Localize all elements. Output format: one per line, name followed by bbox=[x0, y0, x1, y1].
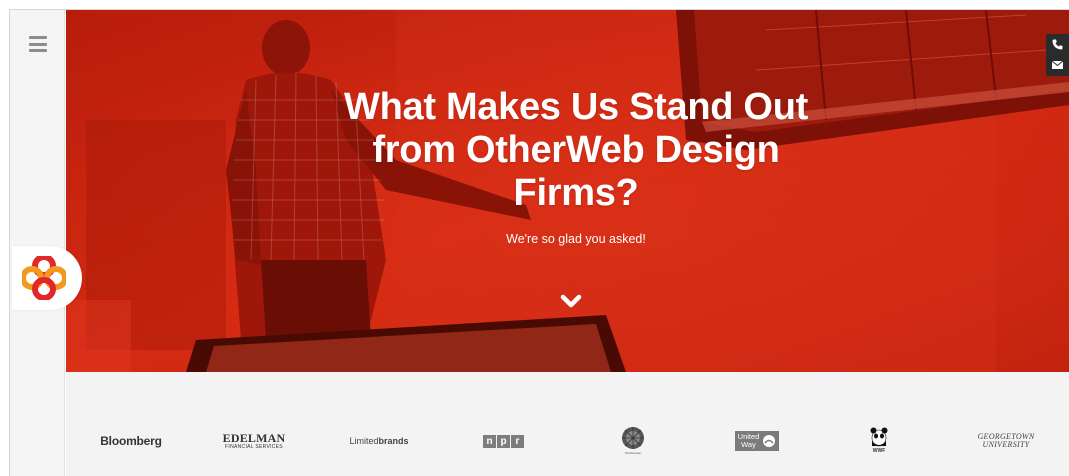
npr-letter-r: r bbox=[511, 434, 524, 448]
edelman-name: EDELMAN bbox=[222, 431, 286, 445]
logo-edelman: EDELMAN FINANCIAL SERVICES bbox=[222, 428, 286, 454]
logo-wwf: WWF bbox=[866, 424, 892, 456]
logo-georgetown: GEORGETOWN UNIVERSITY bbox=[974, 428, 1038, 454]
hero-title-line-2: from OtherWeb Design bbox=[372, 129, 780, 171]
phone-icon[interactable] bbox=[1051, 38, 1064, 51]
wwf-name: WWF bbox=[872, 447, 886, 454]
hero-title-line-1: What Makes Us Stand Out bbox=[344, 86, 808, 128]
unitedway-line-2: Way bbox=[741, 440, 756, 449]
logo-smithsonian: Smithsonian bbox=[618, 424, 648, 456]
brand-logo-icon bbox=[22, 256, 66, 300]
hero-subtitle: We're so glad you asked! bbox=[506, 232, 646, 246]
logo-limited-brands: Limited brands bbox=[349, 428, 409, 454]
npr-letter-p: p bbox=[497, 434, 510, 448]
brand-logo[interactable] bbox=[12, 246, 82, 310]
contact-bar bbox=[1046, 34, 1069, 76]
sidebar bbox=[10, 10, 65, 476]
georgetown-line-2: UNIVERSITY bbox=[982, 440, 1030, 449]
smithsonian-name: Smithsonian bbox=[624, 450, 642, 455]
hero-banner: What Makes Us Stand Out from OtherWeb De… bbox=[66, 10, 1069, 372]
hero-title: What Makes Us Stand Out from OtherWeb De… bbox=[326, 86, 826, 215]
limited-prefix: Limited bbox=[349, 436, 379, 446]
hero-title-line-3: Firms? bbox=[513, 172, 639, 214]
logo-npr: npr bbox=[480, 428, 528, 454]
chevron-down-icon[interactable] bbox=[559, 292, 583, 312]
logo-bloomberg: Bloomberg bbox=[100, 434, 162, 448]
united-way-hand-icon bbox=[763, 435, 776, 447]
smithsonian-sun-icon bbox=[622, 426, 644, 449]
limited-suffix: brands bbox=[378, 436, 409, 446]
hamburger-icon[interactable] bbox=[29, 36, 47, 52]
client-logos: Bloomberg EDELMAN FINANCIAL SERVICES Lim… bbox=[66, 372, 1069, 476]
panda-icon bbox=[870, 427, 888, 446]
logo-united-way: United Way bbox=[732, 428, 782, 454]
edelman-tagline: FINANCIAL SERVICES bbox=[225, 444, 283, 450]
npr-letter-n: n bbox=[483, 434, 496, 448]
mail-icon[interactable] bbox=[1051, 58, 1064, 71]
